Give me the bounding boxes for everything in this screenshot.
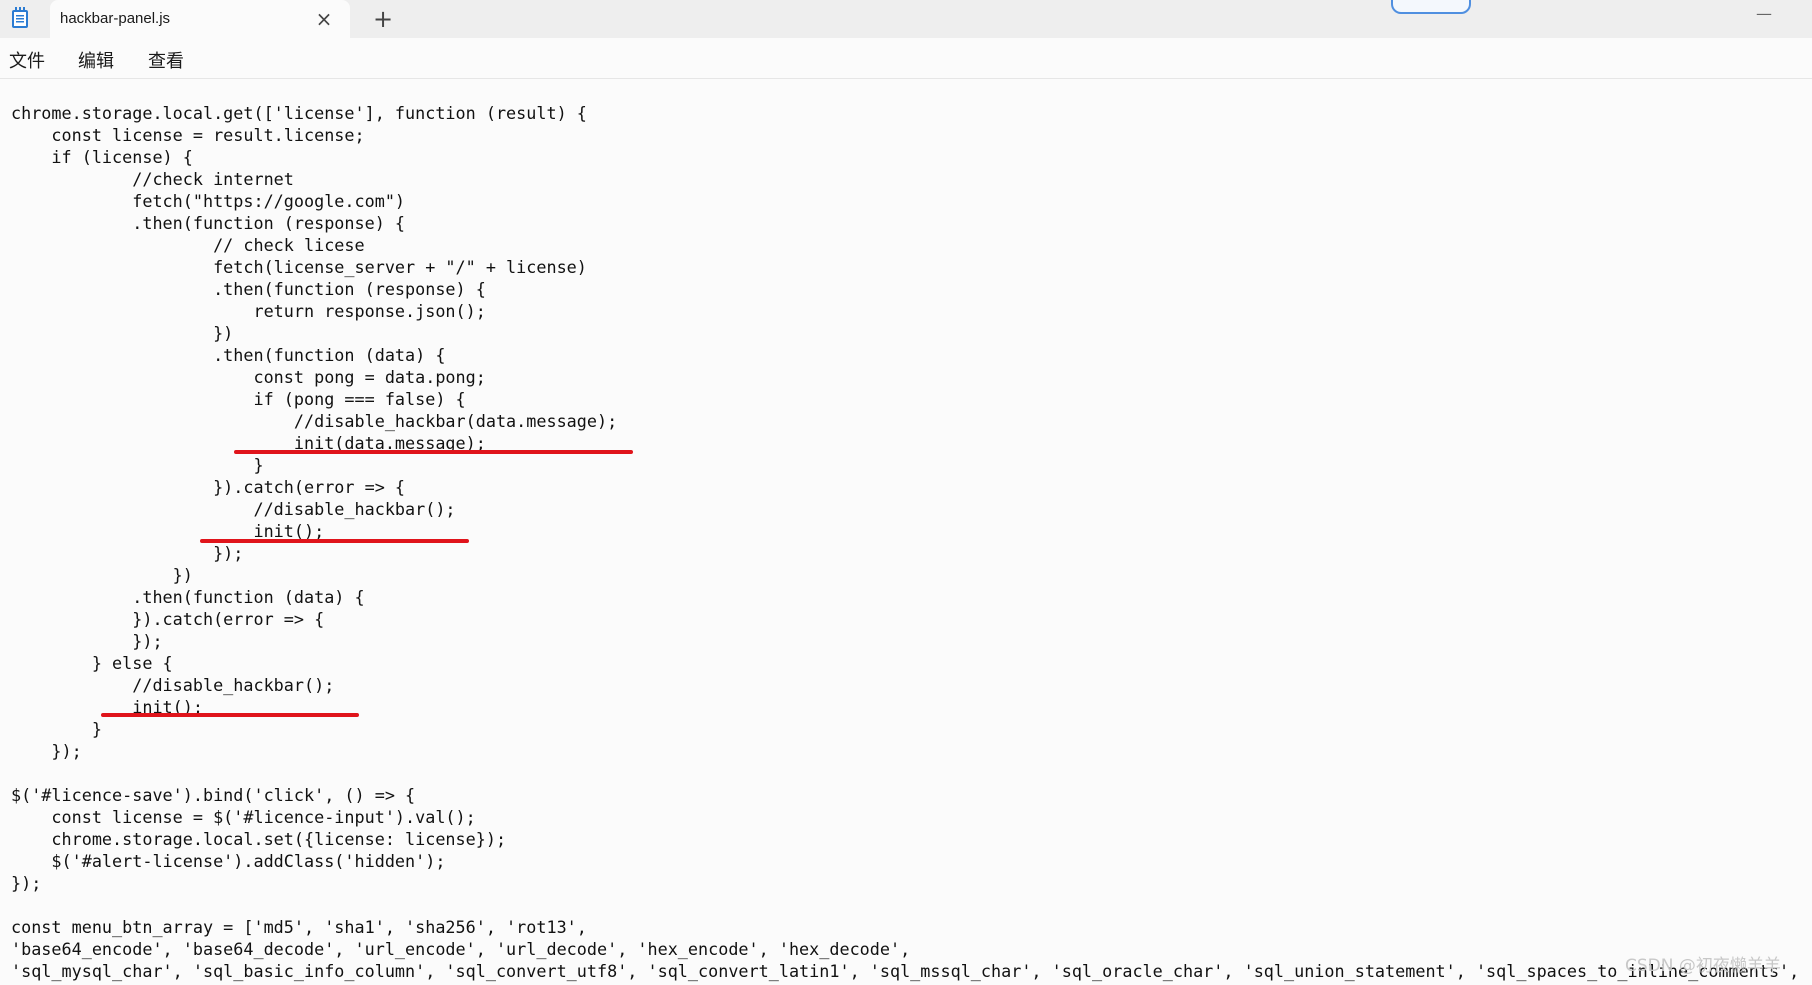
minimize-icon[interactable]: — — [1752, 4, 1776, 24]
code-line: const license = result.license; — [11, 125, 365, 145]
code-line: } — [11, 719, 102, 739]
code-line: const pong = data.pong; — [11, 367, 486, 387]
tab-hackbar-panel[interactable]: hackbar-panel.js × — [50, 0, 350, 38]
code-line: // check licese — [11, 235, 365, 255]
code-line: //disable_hackbar(); — [11, 499, 456, 519]
code-line: //disable_hackbar(); — [11, 675, 335, 695]
code-line: }); — [11, 543, 244, 563]
code-line: }); — [11, 741, 82, 761]
code-line: .then(function (response) { — [11, 279, 486, 299]
menu-file[interactable]: 文件 — [9, 47, 45, 73]
code-line: $('#licence-save').bind('click', () => { — [11, 785, 416, 805]
code-line: 'base64_encode', 'base64_decode', 'url_e… — [11, 939, 911, 959]
code-line: }) — [11, 323, 234, 343]
window-pill[interactable] — [1391, 0, 1471, 14]
code-line: 'sql_mysql_char', 'sql_basic_info_column… — [11, 961, 1800, 981]
notepad-icon — [12, 7, 28, 28]
menu-view[interactable]: 查看 — [148, 47, 184, 73]
code-line: chrome.storage.local.get(['license'], fu… — [11, 103, 587, 123]
code-line: return response.json(); — [11, 301, 486, 321]
code-line: } else { — [11, 653, 173, 673]
tab-title: hackbar-panel.js — [60, 10, 171, 27]
code-line: fetch(license_server + "/" + license) — [11, 257, 587, 277]
text-editor[interactable]: chrome.storage.local.get(['license'], fu… — [0, 79, 1812, 985]
watermark: CSDN @初夜懒羊羊 — [1625, 956, 1781, 976]
title-bar: hackbar-panel.js × + — — [0, 0, 1812, 38]
code-line: } — [11, 455, 264, 475]
menu-bar: 文件 编辑 查看 — [0, 38, 1812, 79]
annotation-underline — [234, 450, 633, 454]
code-line: //check internet — [11, 169, 294, 189]
code-line: if (pong === false) { — [11, 389, 466, 409]
annotation-underline — [101, 713, 359, 717]
code-line: }); — [11, 631, 163, 651]
code-line: }) — [11, 565, 193, 585]
code-line: fetch("https://google.com") — [11, 191, 406, 211]
code-line: $('#alert-license').addClass('hidden'); — [11, 851, 446, 871]
code-line: .then(function (response) { — [11, 213, 406, 233]
code-line: .then(function (data) { — [11, 587, 365, 607]
code-line: const menu_btn_array = ['md5', 'sha1', '… — [11, 917, 587, 937]
code-line: }); — [11, 873, 42, 893]
plus-icon[interactable]: + — [370, 6, 396, 32]
code-line: if (license) { — [11, 147, 193, 167]
code-line: chrome.storage.local.set({license: licen… — [11, 829, 507, 849]
code-line: const license = $('#licence-input').val(… — [11, 807, 476, 827]
code-line: }).catch(error => { — [11, 477, 406, 497]
code-line: //disable_hackbar(data.message); — [11, 411, 618, 431]
code-line: }).catch(error => { — [11, 609, 325, 629]
close-icon[interactable]: × — [312, 7, 336, 31]
annotation-underline — [200, 539, 469, 543]
code-line: .then(function (data) { — [11, 345, 446, 365]
menu-edit[interactable]: 编辑 — [78, 47, 114, 73]
